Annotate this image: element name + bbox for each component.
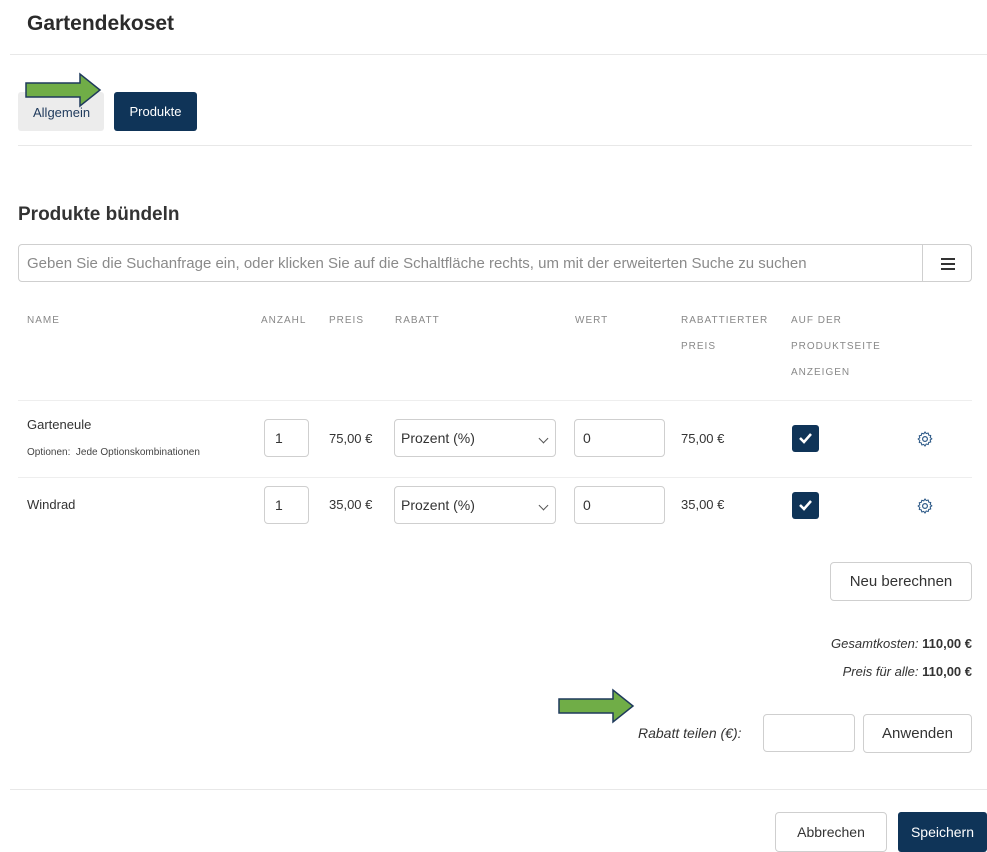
quantity-input[interactable] bbox=[264, 486, 309, 524]
price-for-all: Preis für alle: 110,00 € bbox=[842, 664, 972, 679]
hamburger-icon bbox=[941, 258, 955, 260]
check-icon bbox=[799, 433, 812, 444]
column-header-preis: PREIS bbox=[329, 315, 365, 326]
gear-icon[interactable] bbox=[916, 430, 934, 448]
header-divider bbox=[10, 54, 987, 55]
footer-divider bbox=[10, 789, 987, 790]
product-name: Windrad bbox=[27, 497, 76, 512]
recalculate-button[interactable]: Neu berechnen bbox=[830, 562, 972, 601]
discount-type-select[interactable]: Prozent (%) bbox=[394, 419, 556, 457]
cancel-button[interactable]: Abbrechen bbox=[775, 812, 887, 852]
section-title: Produkte bündeln bbox=[18, 204, 180, 225]
price-value: 75,00 € bbox=[329, 431, 373, 446]
column-header-rabatt: RABATT bbox=[395, 315, 440, 326]
page-title: Gartendekoset bbox=[27, 12, 175, 35]
advanced-search-button[interactable] bbox=[922, 244, 972, 282]
apply-button[interactable]: Anwenden bbox=[863, 714, 972, 753]
column-header-anzahl: ANZAHL bbox=[261, 315, 307, 326]
product-options: Optionen: Jede Optionskombinationen bbox=[27, 447, 200, 458]
gear-icon[interactable] bbox=[916, 497, 934, 515]
split-discount-input[interactable] bbox=[763, 714, 855, 752]
show-on-product-page-checkbox[interactable] bbox=[792, 425, 819, 452]
right-arrow-icon bbox=[25, 72, 102, 108]
chevron-down-icon bbox=[538, 500, 549, 511]
check-icon bbox=[799, 500, 812, 511]
discounted-price: 35,00 € bbox=[681, 497, 725, 512]
split-discount-label: Rabatt teilen (€): bbox=[638, 725, 742, 741]
save-button[interactable]: Speichern bbox=[898, 812, 987, 852]
discount-value-input[interactable] bbox=[574, 486, 665, 524]
column-header-rabattierter: RABATTIERTER PREIS bbox=[681, 315, 769, 352]
tabs-divider bbox=[18, 145, 972, 146]
tab-produkte[interactable]: Produkte bbox=[114, 92, 197, 131]
search-input[interactable] bbox=[18, 244, 923, 282]
hamburger-icon bbox=[941, 263, 955, 265]
show-on-product-page-checkbox[interactable] bbox=[792, 492, 819, 519]
right-arrow-icon bbox=[558, 688, 635, 724]
discounted-price: 75,00 € bbox=[681, 431, 725, 446]
price-value: 35,00 € bbox=[329, 497, 373, 512]
column-header-name: NAME bbox=[27, 315, 60, 326]
discount-value-input[interactable] bbox=[574, 419, 665, 457]
row-divider bbox=[18, 477, 972, 478]
total-cost: Gesamtkosten: 110,00 € bbox=[831, 636, 972, 651]
table-divider bbox=[18, 400, 972, 401]
quantity-input[interactable] bbox=[264, 419, 309, 457]
product-name: Garteneule bbox=[27, 417, 92, 432]
column-header-auf-produktseite: AUF DER PRODUKTSEITE ANZEIGEN bbox=[791, 315, 881, 378]
column-header-wert: WERT bbox=[575, 315, 609, 326]
discount-type-select[interactable]: Prozent (%) bbox=[394, 486, 556, 524]
hamburger-icon bbox=[941, 268, 955, 270]
chevron-down-icon bbox=[538, 433, 549, 444]
